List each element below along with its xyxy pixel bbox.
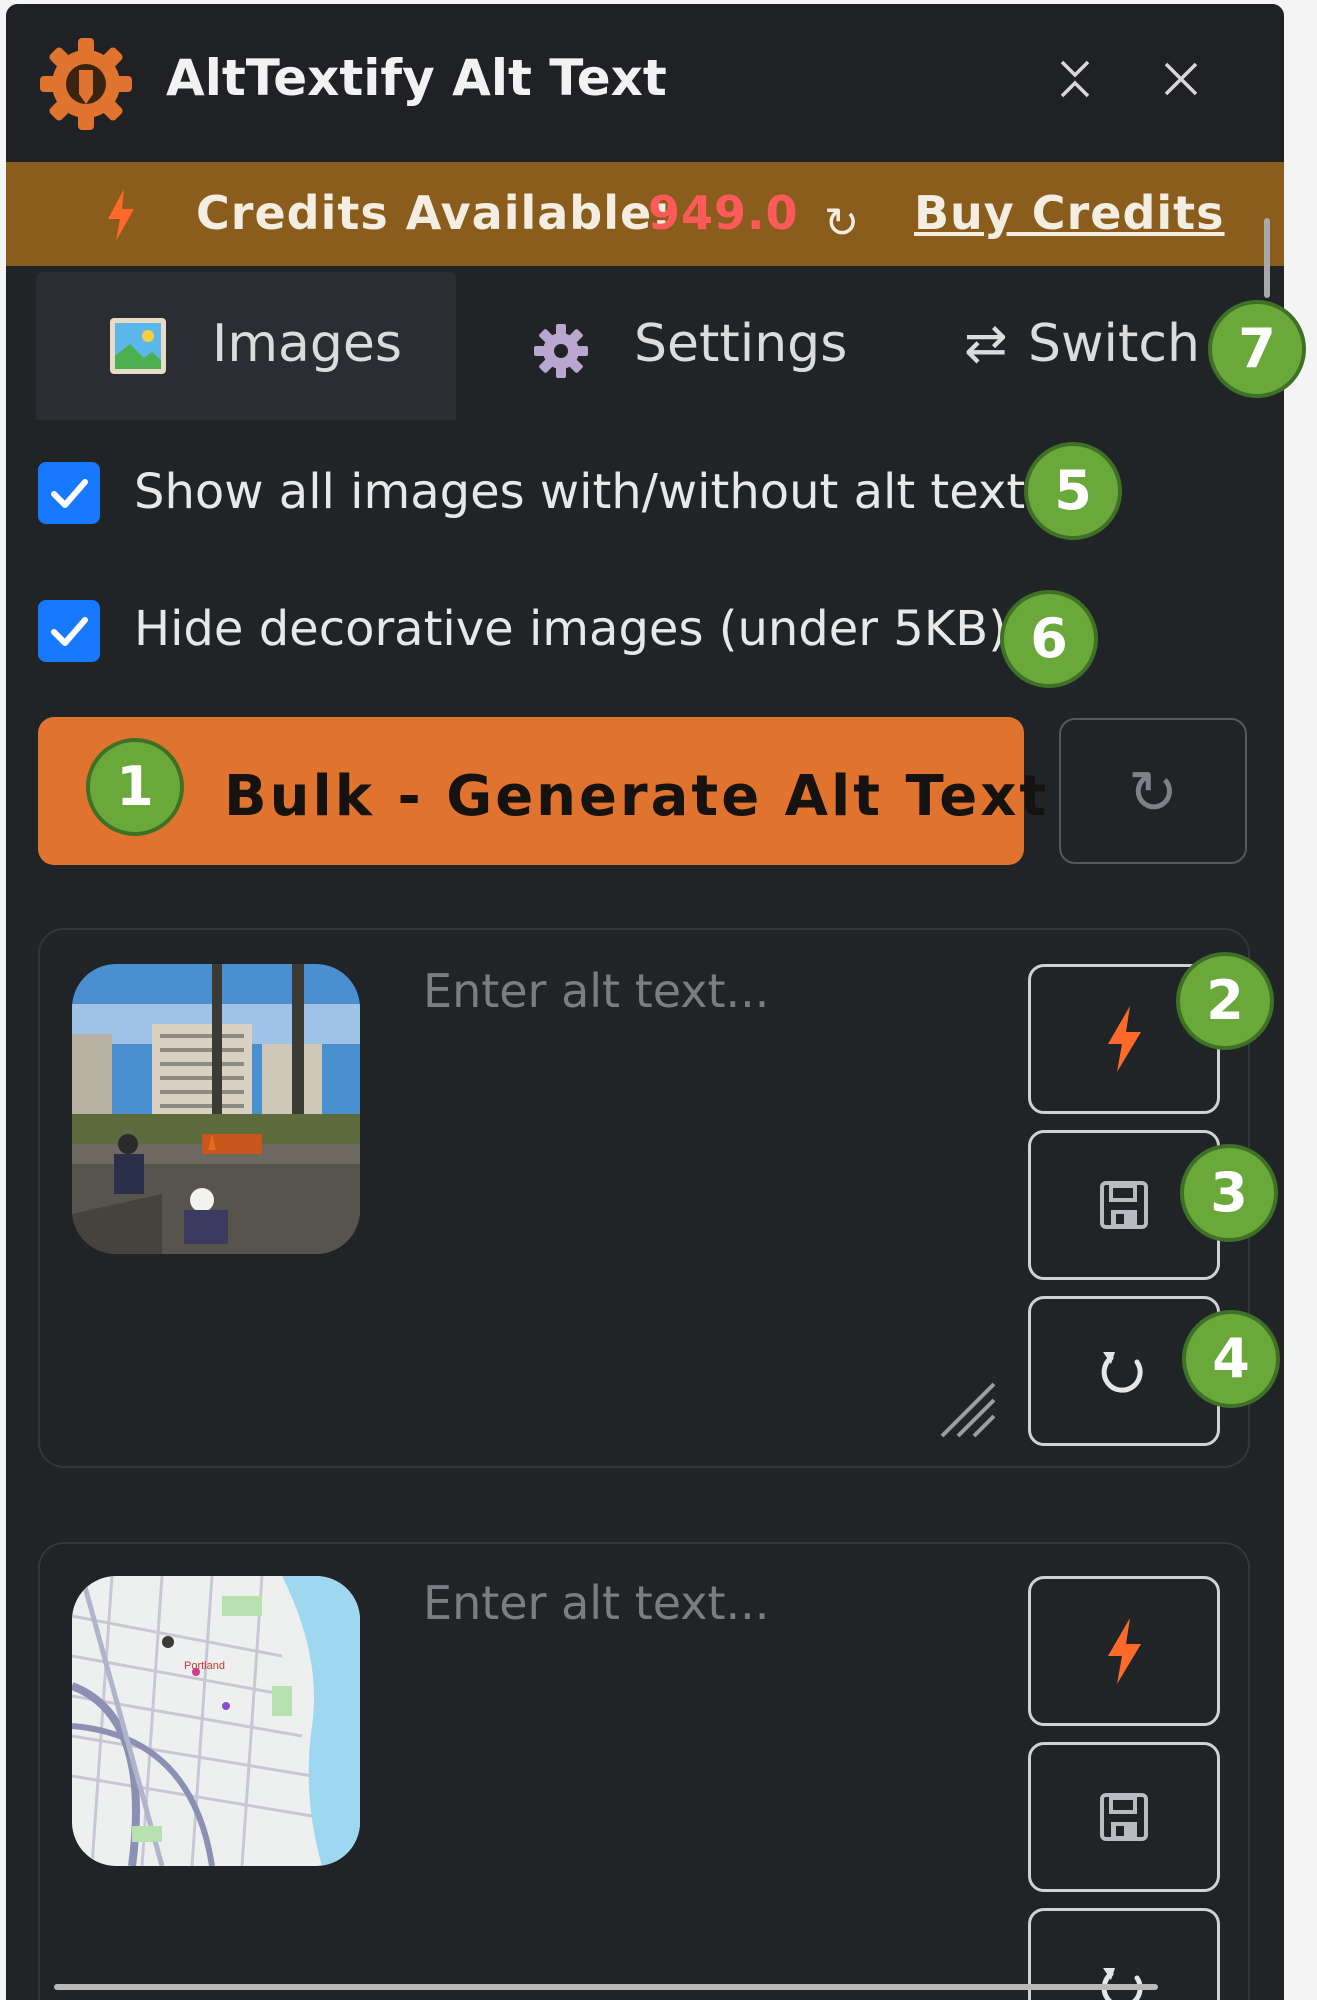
refresh-icon <box>1101 1968 1143 2000</box>
hide-decorative-label: Hide decorative images (under 5KB) <box>134 601 1007 657</box>
tab-images-label: Images <box>212 314 402 374</box>
close-icon[interactable] <box>1156 54 1206 104</box>
lightning-icon <box>1108 1618 1141 1684</box>
callout-badge-2: 2 <box>1176 952 1274 1050</box>
image-thumbnail-map[interactable]: Portland <box>72 1576 360 1866</box>
tab-settings[interactable]: Settings <box>634 314 847 374</box>
tab-switch[interactable]: Switch <box>1028 314 1200 374</box>
window-title: AltTextify Alt Text <box>166 49 667 107</box>
show-all-label: Show all images with/without alt text <box>134 464 1026 520</box>
credits-label: Credits Available: <box>196 186 672 240</box>
callout-badge-1: 1 <box>86 738 184 836</box>
alttextify-panel: AltTextify Alt Text Credits Available: 9… <box>6 4 1284 2000</box>
callout-badge-7: 7 <box>1208 300 1306 398</box>
map-label: Portland <box>184 1660 225 1672</box>
horizontal-scrollbar[interactable] <box>54 1984 1158 1990</box>
background-edge <box>1284 0 1317 2000</box>
save-alt-button[interactable] <box>1028 1742 1220 1892</box>
refresh-icon <box>1101 1352 1143 1393</box>
hide-decorative-checkbox[interactable] <box>38 600 100 662</box>
callout-badge-3: 3 <box>1180 1144 1278 1242</box>
floppy-disk-icon <box>1100 1793 1148 1841</box>
show-all-checkbox[interactable] <box>38 462 100 524</box>
callout-badge-6: 6 <box>1000 590 1098 688</box>
checkmark-icon <box>51 617 88 646</box>
collapse-icon[interactable] <box>1050 54 1100 104</box>
lightning-icon <box>1108 1006 1141 1072</box>
gear-icon <box>534 324 588 378</box>
picture-icon <box>110 318 166 374</box>
credits-value: 949.0 <box>648 186 799 240</box>
checkmark-icon <box>51 479 88 508</box>
refresh-credits-icon[interactable]: ↻ <box>824 198 859 247</box>
image-thumbnail-construction[interactable] <box>72 964 360 1254</box>
alt-text-input[interactable] <box>421 1574 985 1958</box>
bulk-generate-label: Bulk - Generate Alt Text <box>224 764 1050 829</box>
buy-credits-link[interactable]: Buy Credits <box>914 186 1225 240</box>
lightning-icon <box>108 189 134 241</box>
callout-badge-4: 4 <box>1182 1310 1280 1408</box>
refresh-images-button[interactable]: ↻ <box>1059 718 1247 864</box>
refresh-icon: ↻ <box>1127 758 1179 828</box>
alt-text-input[interactable] <box>421 962 985 1346</box>
resize-handle-icon[interactable] <box>936 1378 1000 1442</box>
alttextify-logo-icon <box>40 38 132 130</box>
floppy-disk-icon <box>1100 1181 1148 1229</box>
vertical-scrollbar[interactable] <box>1264 218 1270 298</box>
switch-icon: ⇄ <box>964 314 1008 374</box>
callout-badge-5: 5 <box>1024 442 1122 540</box>
generate-alt-button[interactable] <box>1028 1576 1220 1726</box>
